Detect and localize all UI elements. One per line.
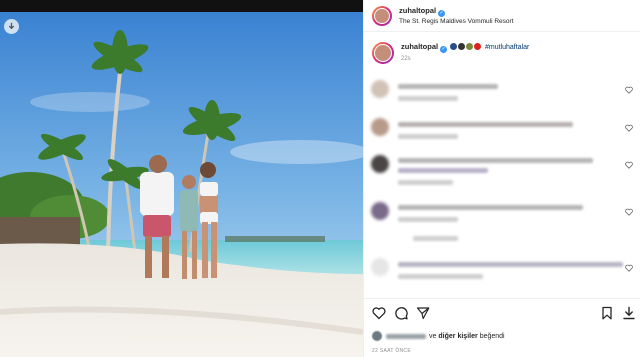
download-icon <box>623 306 635 320</box>
caption-username[interactable]: zuhaltopal <box>401 42 438 51</box>
heart-icon[interactable] <box>625 161 633 169</box>
heart-icon[interactable] <box>625 86 633 94</box>
comment-item <box>371 118 637 148</box>
comment-icon <box>395 307 408 320</box>
download-icon <box>8 22 15 30</box>
caption-hashtag[interactable]: #mutluhaftalar <box>485 44 529 51</box>
liked-by: ve diğer kişiler beğendi <box>372 331 505 341</box>
heart-icon[interactable] <box>625 124 633 132</box>
sunglasses-emoji-icon <box>458 43 466 50</box>
like-button[interactable] <box>372 306 386 320</box>
comment-item <box>371 258 637 288</box>
comment-item <box>371 202 637 246</box>
liked-by-others-link[interactable]: diğer kişiler <box>438 333 477 340</box>
palm-emoji-icon <box>466 43 474 50</box>
evil-eye-emoji-icon <box>450 43 458 50</box>
share-button[interactable] <box>416 306 430 320</box>
post-action-bar <box>372 306 636 320</box>
liked-by-conjunction: ve <box>429 332 437 340</box>
commenter-avatar[interactable] <box>371 202 389 220</box>
post-header: zuhaltopal ✓ The St. Regis Maldives Vommu… <box>364 0 640 32</box>
download-button[interactable] <box>4 19 19 34</box>
media-top-bar <box>0 0 363 12</box>
download-post-button[interactable] <box>622 306 636 320</box>
post-caption: zuhaltopal ✓ #mutluhaftalar 22s <box>372 42 529 64</box>
caption-time: 22s <box>401 56 411 62</box>
verified-badge-icon: ✓ <box>438 10 446 17</box>
author-avatar[interactable] <box>372 5 392 26</box>
liker-avatar[interactable] <box>372 331 382 341</box>
post-location[interactable]: The St. Regis Maldives Vommuli Resort <box>399 17 514 27</box>
commenter-avatar[interactable] <box>371 80 389 98</box>
commenter-avatar[interactable] <box>371 258 389 276</box>
commenter-avatar[interactable] <box>371 155 389 173</box>
comment-item <box>371 155 637 191</box>
action-divider <box>363 298 640 299</box>
bookmark-icon <box>602 306 612 320</box>
comment-item <box>371 80 637 110</box>
red-heart-emoji-icon <box>474 43 482 50</box>
heart-icon[interactable] <box>625 264 633 272</box>
comment-button[interactable] <box>394 306 408 320</box>
liked-by-verb: beğendi <box>479 332 505 340</box>
heart-icon[interactable] <box>625 208 633 216</box>
author-username[interactable]: zuhaltopal <box>399 6 436 15</box>
heart-icon <box>372 307 386 320</box>
liker-name-blurred[interactable] <box>386 333 426 339</box>
verified-badge-icon: ✓ <box>440 46 448 53</box>
save-button[interactable] <box>600 306 614 320</box>
share-icon <box>416 307 430 320</box>
caption-author-avatar[interactable] <box>372 42 394 64</box>
commenter-avatar[interactable] <box>371 118 389 136</box>
post-photo[interactable] <box>0 12 363 357</box>
post-age: 22 SAAT ÖNCE <box>372 348 411 354</box>
